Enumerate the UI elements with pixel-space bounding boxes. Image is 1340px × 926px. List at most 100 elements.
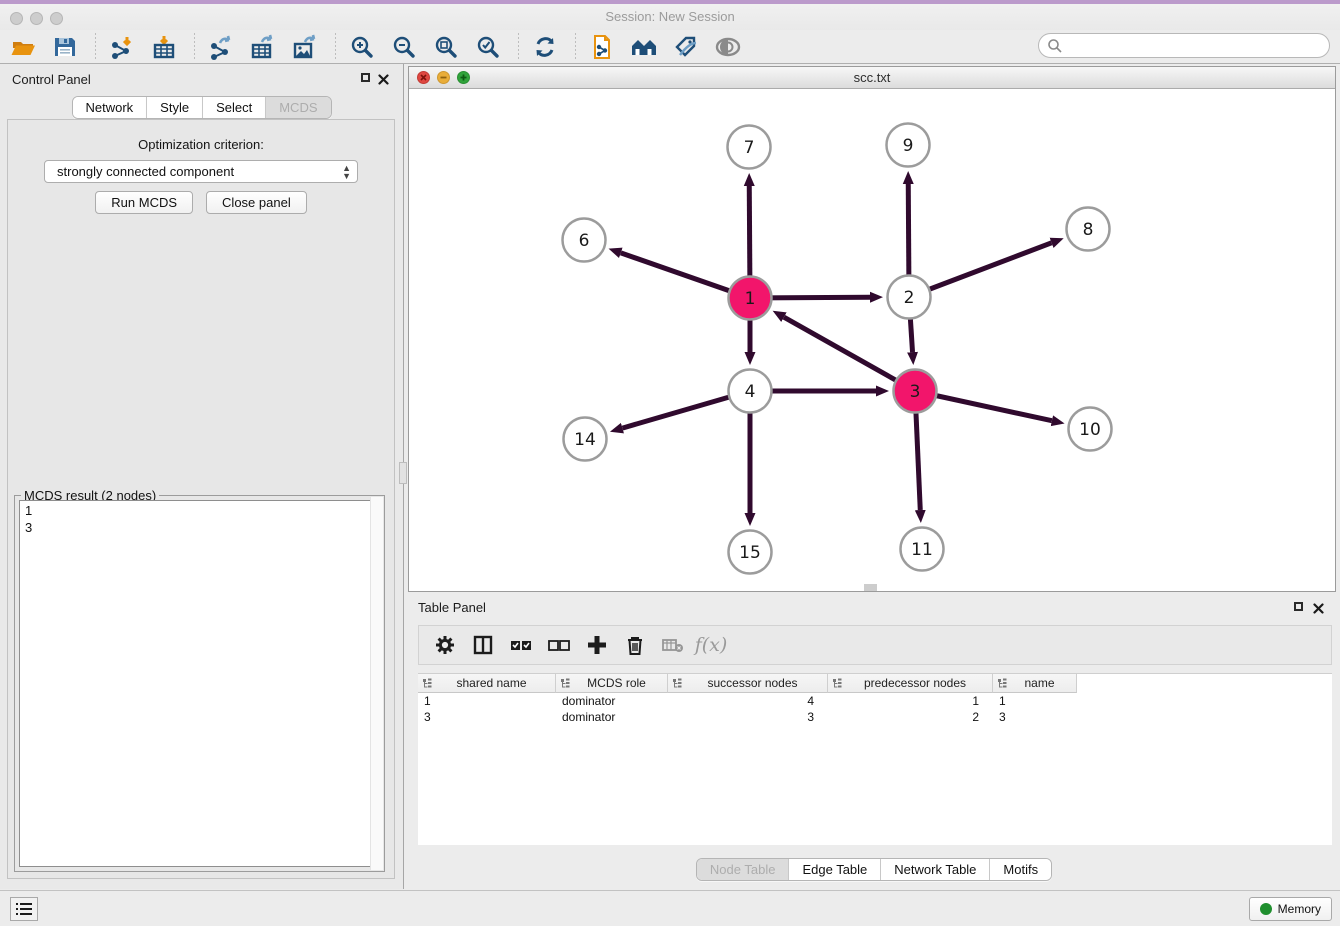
svg-text:1: 1	[745, 289, 756, 309]
tab-mcds[interactable]: MCDS	[266, 97, 330, 118]
network-window-titlebar[interactable]: scc.txt	[409, 67, 1335, 89]
open-session-icon[interactable]	[9, 33, 37, 61]
tab-style[interactable]: Style	[147, 97, 203, 118]
delete-column-trash-icon[interactable]	[622, 632, 648, 658]
table-cell[interactable]: 3	[993, 709, 1077, 725]
control-panel-tabs: Network Style Select MCDS	[71, 96, 331, 119]
criterion-value: strongly connected component	[57, 164, 234, 179]
zoom-fit-icon[interactable]	[432, 33, 460, 61]
table-tabs: Node Table Edge Table Network Table Moti…	[696, 858, 1052, 881]
result-scrollbar[interactable]	[370, 497, 383, 870]
graph-node-10[interactable]: 10	[1069, 408, 1112, 451]
run-mcds-button[interactable]: Run MCDS	[95, 191, 193, 214]
delete-table-icon[interactable]	[660, 632, 686, 658]
criterion-select[interactable]: strongly connected component ▲▼	[44, 160, 358, 183]
table-float-panel-icon[interactable]	[1294, 602, 1303, 611]
column-header-name[interactable]: name	[993, 674, 1077, 693]
table-cell[interactable]: 3	[418, 709, 556, 725]
search-field[interactable]	[1038, 33, 1330, 58]
close-panel-button[interactable]: Close panel	[206, 191, 307, 214]
table-cell[interactable]: dominator	[556, 693, 668, 709]
export-network-icon[interactable]	[207, 33, 235, 61]
hide-labels-icon[interactable]	[672, 33, 700, 61]
graph-node-9[interactable]: 9	[887, 124, 930, 167]
mcds-result-textarea[interactable]: 1 3	[19, 500, 380, 867]
table-cell[interactable]: 3	[668, 709, 828, 725]
graph-node-8[interactable]: 8	[1067, 208, 1110, 251]
graph-node-11[interactable]: 11	[901, 528, 944, 571]
add-column-plus-icon[interactable]	[584, 632, 610, 658]
clone-network-icon[interactable]	[588, 33, 616, 61]
graph-edge-2-8[interactable]	[909, 243, 1052, 297]
import-network-icon[interactable]	[108, 33, 136, 61]
table-options-gear-icon[interactable]	[432, 632, 458, 658]
tab-network-table[interactable]: Network Table	[881, 859, 990, 880]
svg-text:8: 8	[1083, 220, 1094, 240]
toggle-visibility-eye-icon[interactable]	[714, 33, 742, 61]
network-window-title: scc.txt	[409, 70, 1335, 85]
mcds-tab-pane: Optimization criterion: strongly connect…	[7, 119, 395, 879]
zoom-selected-icon[interactable]	[474, 33, 502, 61]
search-icon	[1047, 38, 1063, 54]
svg-text:2: 2	[904, 288, 915, 308]
save-session-icon[interactable]	[51, 33, 79, 61]
deselect-all-icon[interactable]	[546, 632, 572, 658]
table-cell[interactable]: dominator	[556, 709, 668, 725]
graph-node-14[interactable]: 14	[564, 418, 607, 461]
tab-select[interactable]: Select	[203, 97, 266, 118]
node-table-body: 1dominator4113dominator323	[418, 693, 1332, 725]
column-type-icon	[560, 678, 570, 688]
graph-node-4[interactable]: 4	[729, 370, 772, 413]
control-panel-header: Control Panel	[0, 64, 403, 94]
search-input[interactable]	[1067, 36, 1329, 56]
network-canvas[interactable]: 7 9 6 8 1 2 4 3 14 10 15 11	[409, 89, 1335, 591]
graph-node-1[interactable]: 1	[729, 277, 772, 320]
zoom-out-icon[interactable]	[390, 33, 418, 61]
graph-node-7[interactable]: 7	[728, 126, 771, 169]
table-cell[interactable]: 4	[668, 693, 828, 709]
table-panel-title: Table Panel	[418, 600, 486, 615]
export-image-icon[interactable]	[291, 33, 319, 61]
float-panel-icon[interactable]	[361, 73, 370, 82]
show-columns-icon[interactable]	[470, 632, 496, 658]
select-all-check-icon[interactable]	[508, 632, 534, 658]
table-close-panel-icon[interactable]	[1313, 601, 1324, 619]
graph-node-3[interactable]: 3	[894, 370, 937, 413]
column-header-shared-name[interactable]: shared name	[418, 674, 556, 693]
tab-motifs[interactable]: Motifs	[990, 859, 1051, 880]
export-table-icon[interactable]	[249, 33, 277, 61]
vertical-splitter-handle[interactable]	[399, 462, 407, 484]
table-cell[interactable]: 1	[828, 693, 993, 709]
table-cell[interactable]: 2	[828, 709, 993, 725]
window-title: Session: New Session	[0, 9, 1340, 24]
status-bar: Memory	[0, 890, 1340, 926]
table-cell[interactable]: 1	[418, 693, 556, 709]
import-table-icon[interactable]	[150, 33, 178, 61]
tab-network[interactable]: Network	[72, 97, 147, 118]
table-toolbar: f(x)	[418, 625, 1332, 665]
task-history-button[interactable]	[10, 897, 38, 921]
zoom-in-icon[interactable]	[348, 33, 376, 61]
first-neighbors-icon[interactable]	[630, 33, 658, 61]
column-header-MCDS-role[interactable]: MCDS role	[556, 674, 668, 693]
table-row[interactable]: 3dominator323	[418, 709, 1332, 725]
graph-node-6[interactable]: 6	[563, 219, 606, 262]
table-row[interactable]: 1dominator411	[418, 693, 1332, 709]
graph-node-2[interactable]: 2	[888, 276, 931, 319]
tab-edge-table[interactable]: Edge Table	[789, 859, 881, 880]
table-cell[interactable]: 1	[993, 693, 1077, 709]
graph-node-15[interactable]: 15	[729, 531, 772, 574]
column-header-successor-nodes[interactable]: successor nodes	[668, 674, 828, 693]
close-panel-icon[interactable]	[378, 72, 389, 90]
column-type-icon	[832, 678, 842, 688]
tab-node-table[interactable]: Node Table	[697, 859, 790, 880]
memory-button[interactable]: Memory	[1249, 897, 1332, 921]
svg-text:4: 4	[745, 382, 756, 402]
function-builder-icon[interactable]: f(x)	[698, 632, 724, 658]
horizontal-splitter-handle[interactable]	[864, 584, 877, 591]
column-header-predecessor-nodes[interactable]: predecessor nodes	[828, 674, 993, 693]
refresh-view-icon[interactable]	[531, 33, 559, 61]
svg-text:6: 6	[579, 231, 590, 251]
svg-text:14: 14	[574, 430, 596, 450]
svg-text:7: 7	[744, 138, 755, 158]
